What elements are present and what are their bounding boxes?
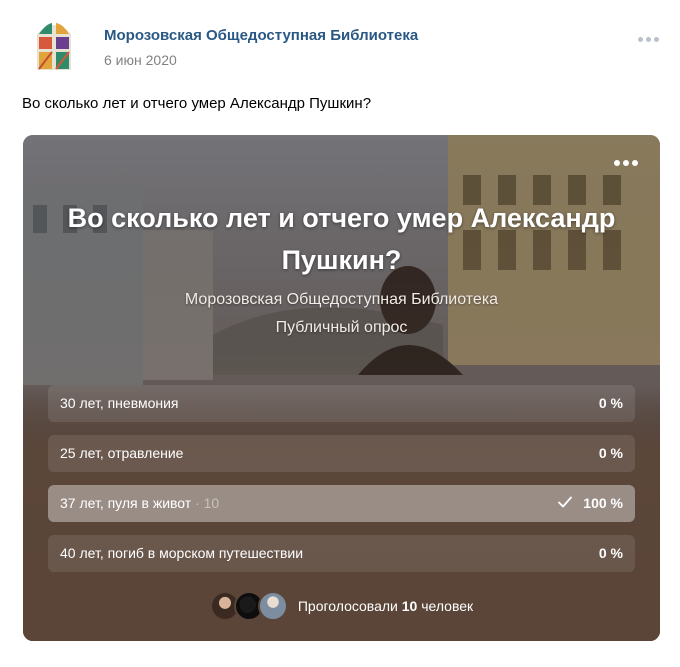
poll-answer-3-count: · 10 xyxy=(191,495,220,511)
poll-answer-1-percent: 0 % xyxy=(598,395,623,411)
post-author-link[interactable]: Морозовская Общедоступная Библиотека xyxy=(104,27,418,44)
voters-count-text[interactable]: Проголосовали 10 человек xyxy=(298,598,473,614)
poll-title: Во сколько лет и отчего умер Александр П… xyxy=(67,203,616,275)
poll-answer-1[interactable]: 30 лет, пневмония 0 % xyxy=(48,385,635,422)
poll-answer-3-percent: 100 % xyxy=(583,495,623,511)
library-logo-avatar[interactable] xyxy=(35,20,73,72)
voter-avatars[interactable] xyxy=(209,591,288,621)
poll-owner-link[interactable]: Морозовская Общедоступная Библиотека xyxy=(23,291,660,309)
post-header: Морозовская Общедоступная Библиотека 6 и… xyxy=(35,18,660,74)
poll-answer-2-label: 25 лет, отравление xyxy=(60,445,184,461)
post-more-icon[interactable] xyxy=(636,34,660,44)
poll-type: Публичный опрос xyxy=(275,319,408,336)
voters-count: 10 xyxy=(401,598,418,614)
post-date[interactable]: 6 июн 2020 xyxy=(104,52,177,68)
poll-answer-3[interactable]: 37 лет, пуля в живот · 10 100 % xyxy=(48,485,635,522)
poll-more-icon[interactable] xyxy=(614,159,640,167)
poll-answer-4-percent: 0 % xyxy=(598,545,623,561)
poll-answer-4[interactable]: 40 лет, погиб в морском путешествии 0 % xyxy=(48,535,635,572)
post-text: Во сколько лет и отчего умер Александр П… xyxy=(22,95,372,112)
poll-answer-2[interactable]: 25 лет, отравление 0 % xyxy=(48,435,635,472)
poll-answer-2-percent: 0 % xyxy=(598,445,623,461)
check-icon xyxy=(558,496,572,508)
poll-answers: 30 лет, пневмония 0 % 25 лет, отравление… xyxy=(48,385,635,585)
poll-answer-1-label: 30 лет, пневмония xyxy=(60,395,179,411)
poll-answer-3-label: 37 лет, пуля в живот · 10 xyxy=(60,495,220,511)
poll-voters[interactable]: Проголосовали 10 человек xyxy=(23,590,660,622)
voter-avatar[interactable] xyxy=(257,591,288,621)
poll-card: Во сколько лет и отчего умер Александр П… xyxy=(23,135,660,641)
poll-answer-4-label: 40 лет, погиб в морском путешествии xyxy=(60,545,304,561)
